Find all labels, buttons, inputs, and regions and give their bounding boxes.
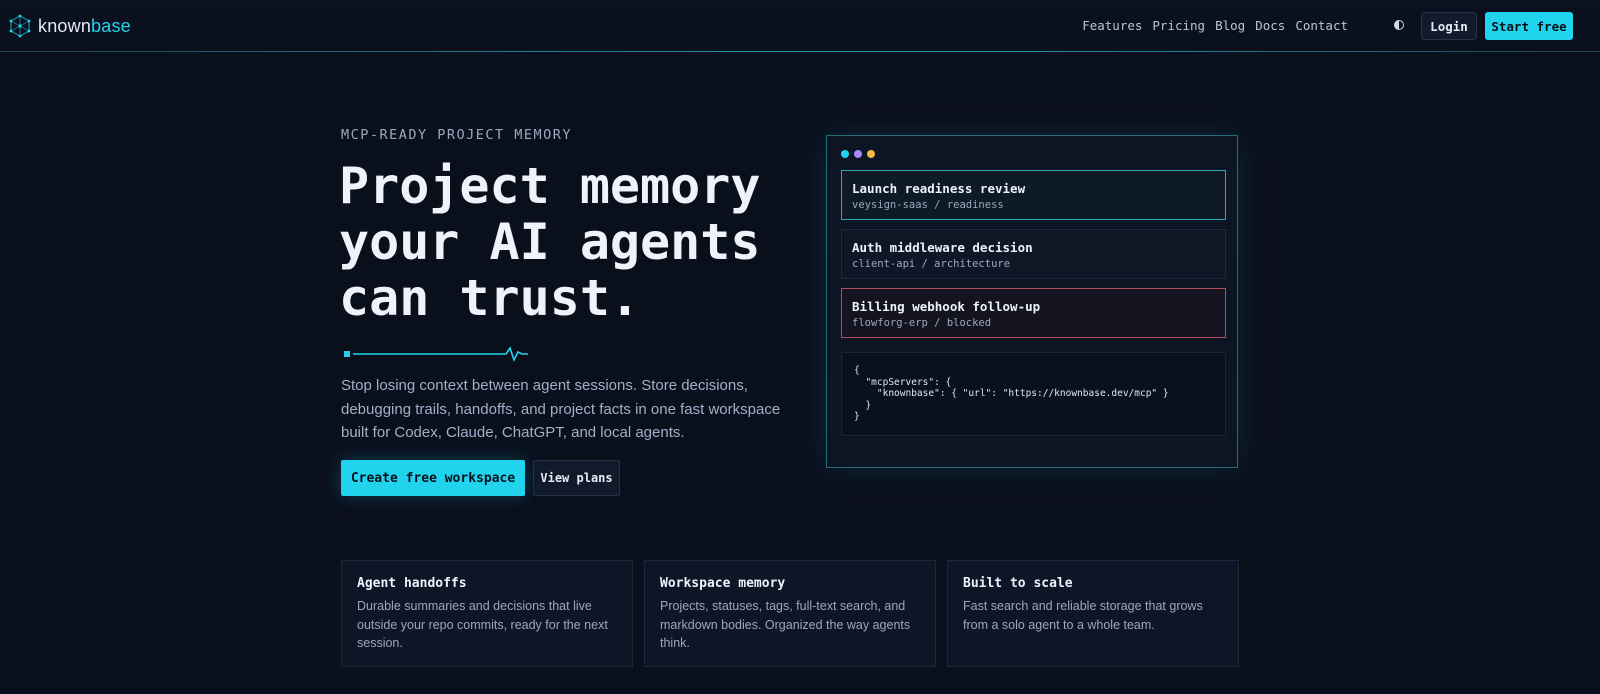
window-dot-icon — [841, 150, 849, 158]
brand-name: knownbase — [38, 15, 131, 36]
hero-description: Stop losing context between agent sessio… — [341, 377, 781, 441]
theme-toggle-icon[interactable] — [1394, 20, 1404, 30]
nav-link-features[interactable]: Features — [1082, 18, 1142, 33]
feature-title: Agent handoffs — [357, 576, 467, 591]
memory-card[interactable]: Billing webhook follow-up flowforg-erp /… — [841, 288, 1226, 338]
nav-link-blog[interactable]: Blog — [1215, 18, 1245, 33]
feature-card-handoffs: Agent handoffs Durable summaries and dec… — [341, 560, 633, 667]
feature-card-scale: Built to scale Fast search and reliable … — [947, 560, 1239, 667]
feature-title: Workspace memory — [660, 576, 786, 591]
memory-card-path: flowforg-erp / blocked — [852, 317, 992, 329]
memory-card[interactable]: Launch readiness review veysign-saas / r… — [841, 170, 1226, 220]
hero-eyebrow: MCP-READY PROJECT MEMORY — [341, 127, 573, 143]
window-dots — [841, 150, 875, 158]
hero-title-line: Project memory — [339, 157, 761, 215]
feature-description: Projects, statuses, tags, full-text sear… — [660, 599, 911, 650]
feature-title: Built to scale — [963, 576, 1073, 591]
feature-card-memory: Workspace memory Projects, statuses, tag… — [644, 560, 936, 667]
memory-card-title: Billing webhook follow-up — [852, 299, 1041, 314]
memory-card-path: veysign-saas / readiness — [852, 199, 1004, 211]
hero-title-line: your AI agents — [339, 213, 761, 271]
feature-description: Durable summaries and decisions that liv… — [357, 599, 608, 650]
nav-link-contact[interactable]: Contact — [1295, 18, 1348, 33]
window-dot-icon — [854, 150, 862, 158]
memory-card-title: Auth middleware decision — [852, 240, 1033, 255]
view-plans-button[interactable]: View plans — [533, 460, 620, 496]
memory-preview-panel: Launch readiness review veysign-saas / r… — [826, 135, 1238, 468]
feature-description: Fast search and reliable storage that gr… — [963, 599, 1203, 632]
hero-title-line: can trust. — [339, 269, 641, 327]
nav-link-docs[interactable]: Docs — [1255, 18, 1285, 33]
memory-card-path: client-api / architecture — [852, 258, 1011, 270]
nav-link-pricing[interactable]: Pricing — [1152, 18, 1205, 33]
memory-card-title: Launch readiness review — [852, 181, 1026, 196]
start-free-button[interactable]: Start free — [1485, 12, 1573, 40]
memory-card[interactable]: Auth middleware decision client-api / ar… — [841, 229, 1226, 279]
hexagon-network-icon — [9, 14, 31, 38]
main-nav: Features Pricing Blog Docs Contact — [1082, 18, 1348, 33]
login-button[interactable]: Login — [1421, 12, 1477, 40]
heartbeat-divider-icon — [344, 346, 528, 362]
hero-title: Project memory your AI agents can trust. — [339, 158, 809, 326]
mcp-config-code: { "mcpServers": { "knownbase": { "url": … — [841, 352, 1226, 436]
brand-logo[interactable]: knownbase — [8, 14, 131, 38]
site-header: knownbase Features Pricing Blog Docs Con… — [0, 0, 1600, 52]
window-dot-icon — [867, 150, 875, 158]
create-workspace-button[interactable]: Create free workspace — [341, 460, 525, 496]
